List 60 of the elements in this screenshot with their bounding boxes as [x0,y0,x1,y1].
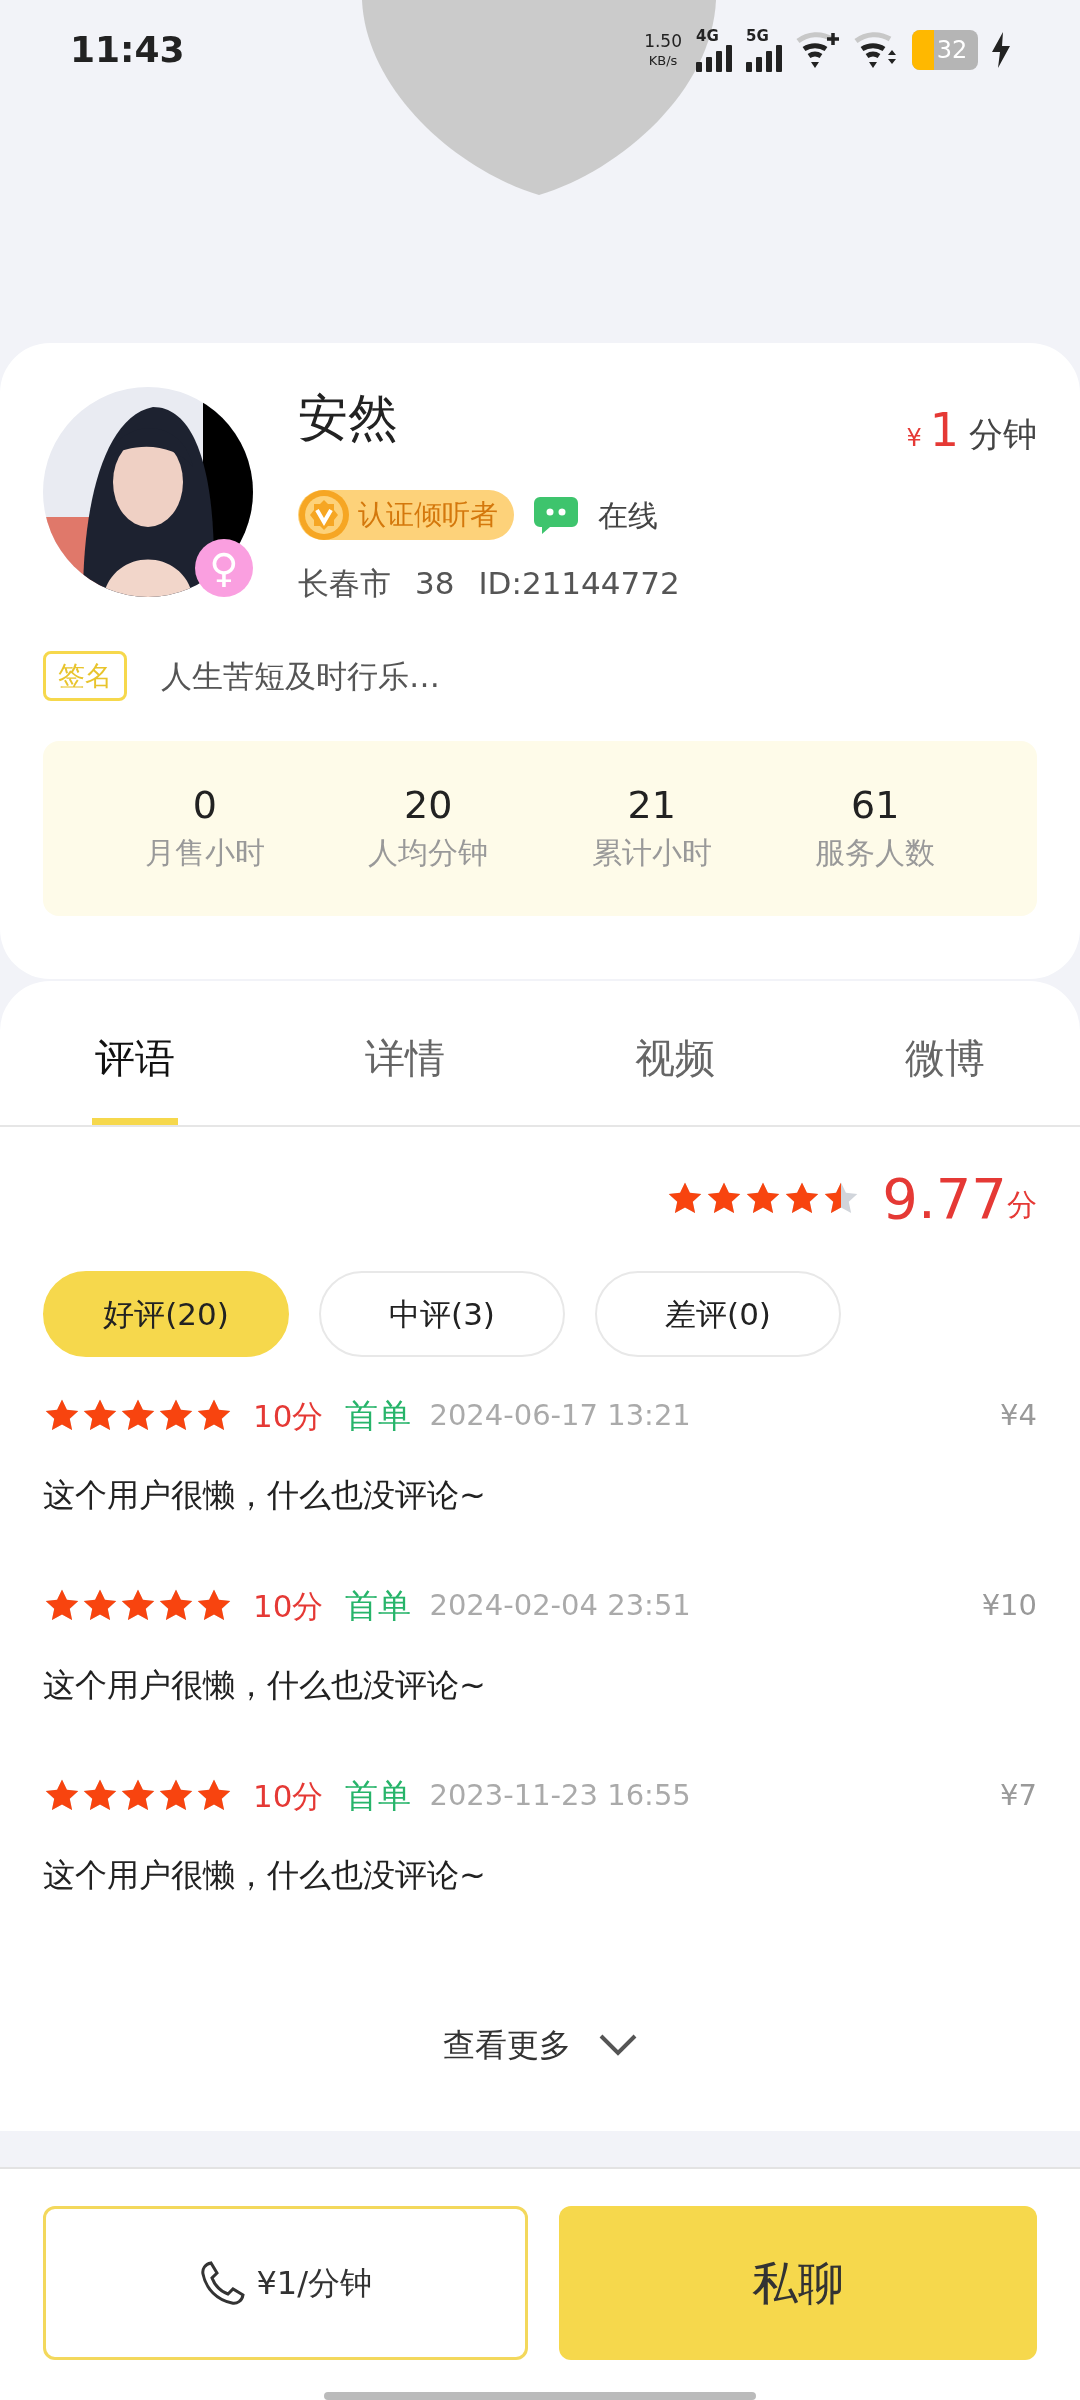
network-speed: 1.50 [644,33,682,50]
review-comment: 这个用户很懒，什么也没评论~ [43,1854,487,1896]
network-type: 5G [746,28,769,44]
tab[interactable]: 视频 [540,981,810,1125]
tab[interactable]: 评语 [0,981,270,1125]
stat-value: 61 [851,782,900,830]
wifi-icon [854,31,898,69]
filter-chip[interactable]: 差评(0) [595,1271,841,1357]
user-name: 安然 [298,393,398,443]
clock-time: 11:43 [70,28,185,72]
signal-icon [696,43,732,72]
battery-level: 32 [935,35,968,66]
review-score: 10分 [253,1586,324,1626]
call-button[interactable]: ¥1/分钟 [43,2206,528,2360]
wifi-icon [796,31,840,69]
review-time: 2024-06-17 13:21 [429,1397,691,1434]
price-unit: 分钟 [969,413,1037,456]
stat-label: 月售小时 [144,833,265,872]
review-score: 10分 [253,1396,324,1436]
review-time: 2024-02-04 23:51 [429,1587,691,1624]
stat-value: 0 [192,782,217,830]
badge-label: 认证倾听者 [358,497,498,533]
signal-icon [746,43,782,72]
currency-symbol: ¥ [906,423,922,454]
chat-icon [534,495,578,535]
first-order-tag: 首单 [345,1391,412,1441]
review-price: ¥7 [1000,1777,1037,1814]
first-order-tag: 首单 [345,1771,412,1821]
score-unit: 分 [1007,1187,1037,1224]
price-amount: 1 [929,407,959,453]
signature-tag: 签名 [43,650,127,701]
chat-button[interactable]: 私聊 [558,2206,1037,2360]
first-order-tag: 首单 [345,1581,412,1631]
review-comment: 这个用户很懒，什么也没评论~ [43,1474,487,1516]
review-score: 10分 [253,1776,324,1816]
user-id: ID:21144772 [478,564,680,603]
stat-value: 21 [627,782,676,830]
gender-badge: ♀ [195,539,253,597]
stat-value: 20 [404,782,453,830]
stat-label: 服务人数 [815,833,936,872]
signature-text: 人生苦短及时行乐… [161,656,440,696]
speed-unit: KB/s [648,54,678,67]
age: 38 [415,564,455,603]
location: 长春市 [298,564,391,603]
filter-chip[interactable]: 好评(20) [43,1271,289,1357]
chevron-down-icon [599,2033,637,2057]
filter-chip[interactable]: 中评(3) [319,1271,565,1357]
phone-icon [198,2259,247,2307]
see-more-button[interactable]: 查看更多 [443,2021,637,2069]
stat-label: 累计小时 [591,833,712,872]
tab[interactable]: 微博 [810,981,1080,1125]
rating-score: 9.77 [882,1171,1007,1227]
review-comment: 这个用户很懒，什么也没评论~ [43,1664,487,1706]
review-price: ¥4 [1000,1397,1037,1434]
online-status: 在线 [598,496,658,535]
review-price: ¥10 [981,1587,1037,1624]
network-type: 4G [696,28,719,44]
tab[interactable]: 详情 [270,981,540,1125]
stat-label: 人均分钟 [368,833,489,872]
review-time: 2023-11-23 16:55 [429,1777,691,1814]
